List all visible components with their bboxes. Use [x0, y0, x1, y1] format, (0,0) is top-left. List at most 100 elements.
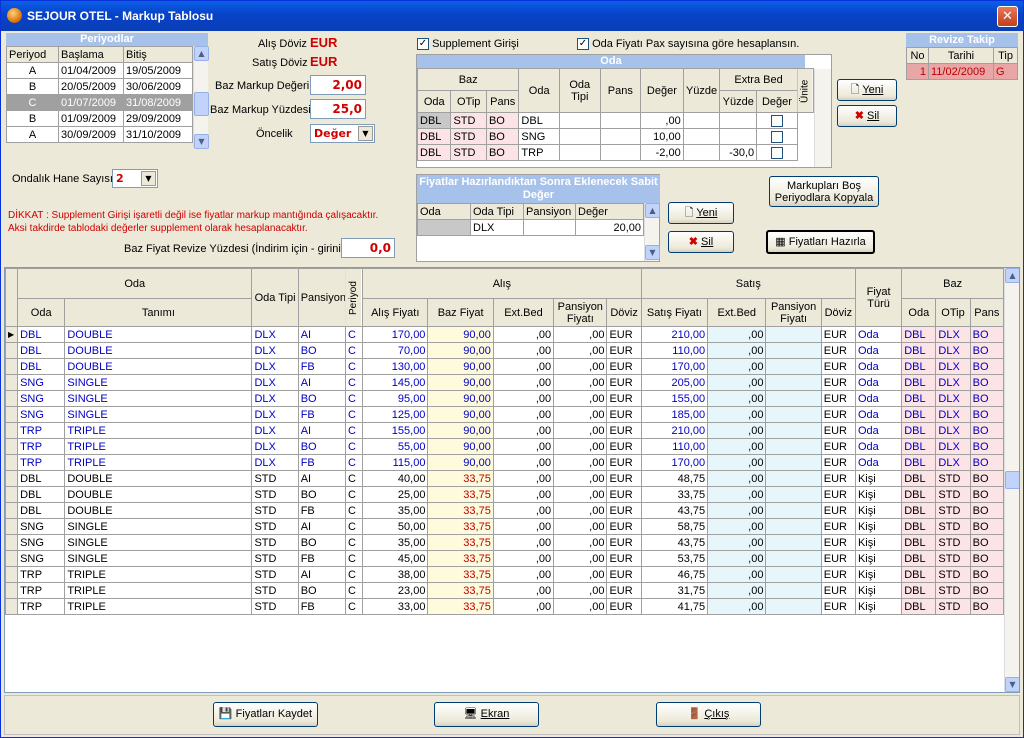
price-cell[interactable]: ,00: [707, 534, 767, 551]
price-cell[interactable]: DBL: [901, 550, 937, 567]
price-cell[interactable]: ,00: [492, 454, 555, 471]
main-scrollbar[interactable]: ▲ ▼: [1004, 268, 1019, 692]
price-cell[interactable]: DBL: [901, 518, 937, 535]
price-cell[interactable]: BO: [969, 582, 1005, 599]
price-cell[interactable]: ,00: [707, 518, 767, 535]
price-cell[interactable]: STD: [251, 598, 299, 615]
price-cell[interactable]: [765, 598, 822, 615]
price-cell[interactable]: SNG: [17, 518, 66, 535]
price-cell[interactable]: EUR: [606, 406, 642, 423]
period-cell[interactable]: 31/10/2009: [123, 126, 193, 143]
price-cell[interactable]: ,00: [492, 374, 555, 391]
table-row[interactable]: DBL DOUBLE STD BO C 25,00 33,75,00,00 EUR 33,75,…: [5, 486, 1005, 503]
period-cell[interactable]: 29/09/2009: [123, 110, 193, 127]
oda-scrollbar[interactable]: [814, 69, 831, 167]
table-row[interactable]: DBL DOUBLE DLX BO C 70,00 90,00,00,00 EUR 110,00…: [5, 342, 1005, 359]
price-cell[interactable]: STD: [251, 470, 299, 487]
price-cell[interactable]: DBL: [17, 502, 66, 519]
price-cell[interactable]: STD: [251, 566, 299, 583]
price-cell[interactable]: BO: [969, 534, 1005, 551]
price-cell[interactable]: DBL: [901, 326, 937, 343]
price-cell[interactable]: BO: [969, 454, 1005, 471]
price-cell[interactable]: DBL: [901, 422, 937, 439]
price-cell[interactable]: 58,75: [640, 518, 709, 535]
oda-cell[interactable]: BO: [485, 128, 520, 145]
price-cell[interactable]: [765, 582, 822, 599]
price-cell[interactable]: STD: [935, 518, 971, 535]
price-cell[interactable]: EUR: [820, 358, 856, 375]
price-cell[interactable]: BO: [297, 342, 346, 359]
price-cell[interactable]: 90,00: [427, 406, 494, 423]
price-cell[interactable]: Oda: [854, 422, 903, 439]
price-cell[interactable]: Oda: [854, 454, 903, 471]
price-cell[interactable]: DLX: [251, 406, 299, 423]
price-cell[interactable]: 115,00: [362, 454, 429, 471]
price-cell[interactable]: EUR: [820, 406, 856, 423]
price-cell[interactable]: Kişi: [854, 598, 903, 615]
price-cell[interactable]: ,00: [492, 582, 555, 599]
price-cell[interactable]: BO: [969, 550, 1005, 567]
price-cell[interactable]: EUR: [606, 518, 642, 535]
price-cell[interactable]: FB: [297, 358, 346, 375]
price-cell[interactable]: 33,75: [427, 534, 494, 551]
price-cell[interactable]: EUR: [606, 358, 642, 375]
price-cell[interactable]: BO: [969, 566, 1005, 583]
period-cell[interactable]: 01/04/2009: [58, 62, 124, 79]
price-cell[interactable]: TRP: [17, 438, 66, 455]
price-cell[interactable]: EUR: [820, 438, 856, 455]
scroll-thumb[interactable]: [1005, 471, 1019, 489]
oda-cell[interactable]: [682, 144, 721, 161]
scroll-up-icon[interactable]: ▲: [1005, 268, 1019, 283]
price-cell[interactable]: BO: [969, 422, 1005, 439]
checkmark-icon[interactable]: ✓: [577, 38, 589, 51]
price-cell[interactable]: DLX: [251, 358, 299, 375]
price-cell[interactable]: C: [344, 598, 364, 615]
oda-cell[interactable]: SNG: [518, 128, 560, 145]
price-cell[interactable]: ,00: [492, 406, 555, 423]
price-cell[interactable]: [765, 358, 822, 375]
price-cell[interactable]: Oda: [854, 374, 903, 391]
oda-cell[interactable]: [682, 128, 721, 145]
table-row[interactable]: C 01/07/2009 31/08/2009: [6, 94, 193, 111]
price-cell[interactable]: C: [344, 550, 364, 567]
price-cell[interactable]: TRP: [17, 454, 66, 471]
period-cell[interactable]: 30/06/2009: [123, 78, 193, 95]
price-cell[interactable]: SNG: [17, 390, 66, 407]
sil-sabit-button[interactable]: ✖ Sil: [668, 231, 734, 253]
chevron-down-icon[interactable]: ▼: [141, 171, 156, 186]
price-cell[interactable]: Kişi: [854, 550, 903, 567]
price-cell[interactable]: BO: [969, 390, 1005, 407]
period-cell[interactable]: B: [6, 78, 59, 95]
price-cell[interactable]: DBL: [17, 470, 66, 487]
price-cell[interactable]: ,00: [707, 326, 767, 343]
price-cell[interactable]: TRIPLE: [64, 582, 253, 599]
price-cell[interactable]: ,00: [707, 566, 767, 583]
price-cell[interactable]: [765, 550, 822, 567]
price-cell[interactable]: ,00: [492, 470, 555, 487]
oda-cell[interactable]: BO: [485, 144, 520, 161]
price-cell[interactable]: FB: [297, 454, 346, 471]
price-cell[interactable]: EUR: [606, 598, 642, 615]
price-cell[interactable]: FB: [297, 406, 346, 423]
price-cell[interactable]: ,00: [707, 390, 767, 407]
current-row-indicator-icon[interactable]: ▶: [5, 326, 19, 343]
price-cell[interactable]: EUR: [606, 550, 642, 567]
price-cell[interactable]: ,00: [707, 470, 767, 487]
row-indicator[interactable]: [5, 566, 19, 583]
price-cell[interactable]: 205,00: [640, 374, 709, 391]
baz-markup-degeri-input[interactable]: 2,00: [310, 75, 366, 95]
price-cell[interactable]: Kişi: [854, 566, 903, 583]
price-cell[interactable]: BO: [969, 486, 1005, 503]
price-cell[interactable]: ,00: [707, 454, 767, 471]
price-cell[interactable]: AI: [297, 518, 346, 535]
price-cell[interactable]: ,00: [553, 342, 608, 359]
price-cell[interactable]: DOUBLE: [64, 342, 253, 359]
row-indicator[interactable]: [5, 358, 19, 375]
price-cell[interactable]: 35,00: [362, 534, 429, 551]
price-cell[interactable]: ,00: [492, 518, 555, 535]
chevron-down-icon[interactable]: ▼: [358, 126, 373, 141]
close-button[interactable]: ✕: [997, 6, 1018, 27]
price-cell[interactable]: DLX: [251, 374, 299, 391]
price-cell[interactable]: SINGLE: [64, 518, 253, 535]
price-cell[interactable]: 155,00: [640, 390, 709, 407]
